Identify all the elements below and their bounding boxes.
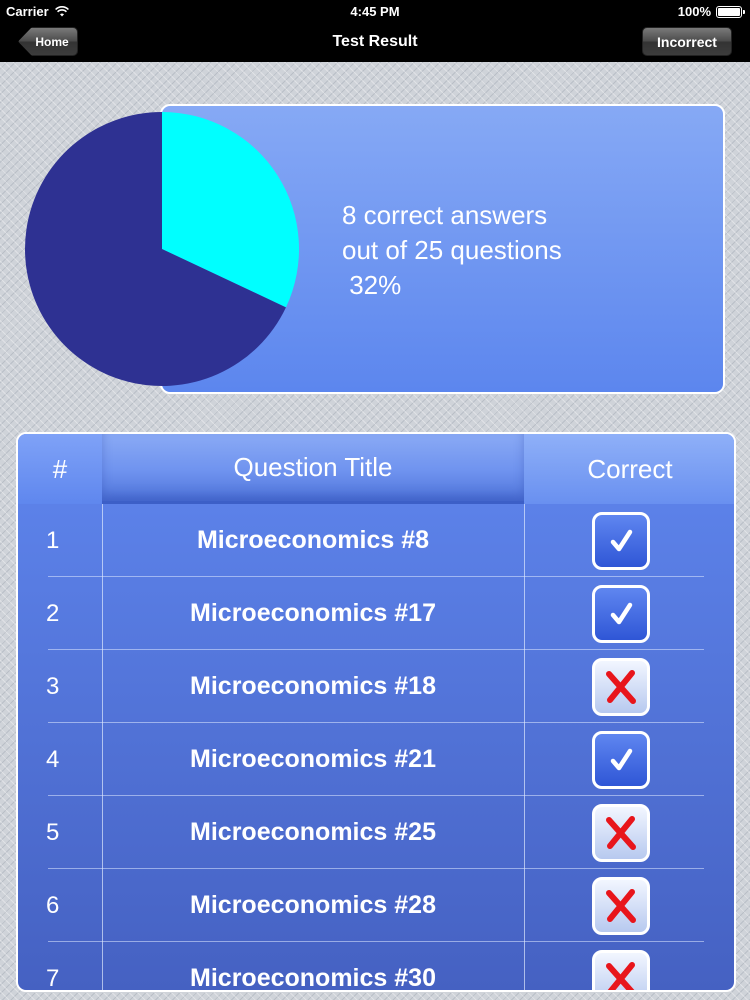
correct-check-icon — [592, 731, 650, 789]
incorrect-x-icon — [592, 877, 650, 935]
question-title: Microeconomics #8 — [196, 526, 430, 554]
status-bar: Carrier 4:45 PM 100% — [0, 0, 750, 22]
correct-indicator — [592, 585, 650, 643]
table-row[interactable]: 6 Microeconomics #28 — [18, 869, 734, 942]
correct-indicator — [592, 658, 650, 716]
row-number: 4 — [46, 745, 60, 773]
navigation-bar: Home Test Result Incorrect — [0, 22, 750, 62]
clock: 4:45 PM — [350, 4, 400, 19]
table-row[interactable]: 3 Microeconomics #18 — [18, 650, 734, 723]
question-title: Microeconomics #18 — [190, 672, 436, 700]
table-row[interactable]: 7 Microeconomics #30 — [18, 942, 734, 992]
correct-indicator — [592, 731, 650, 789]
question-title: Microeconomics #17 — [190, 599, 436, 627]
table-row[interactable]: 2 Microeconomics #17 — [18, 577, 734, 650]
correct-indicator — [592, 512, 650, 570]
row-number: 2 — [46, 599, 60, 627]
status-right: 100% — [677, 4, 745, 19]
incorrect-x-icon — [592, 950, 650, 990]
table-row[interactable]: 1 Microeconomics #8 — [18, 504, 734, 577]
incorrect-x-icon — [592, 658, 650, 716]
column-header-number: # — [18, 434, 102, 504]
score-summary: 8 correct answers out of 25 questions 32… — [342, 200, 562, 300]
question-title: Microeconomics #21 — [190, 745, 436, 773]
page-title: Test Result — [332, 33, 418, 50]
battery-icon — [716, 5, 745, 18]
row-number: 3 — [46, 672, 60, 700]
column-header-correct: Correct — [524, 434, 734, 504]
correct-indicator — [592, 950, 650, 990]
table-row[interactable]: 4 Microeconomics #21 — [18, 723, 734, 796]
question-title: Microeconomics #30 — [190, 964, 436, 992]
row-number: 7 — [46, 964, 60, 992]
correct-indicator — [592, 804, 650, 862]
correct-check-icon — [592, 585, 650, 643]
incorrect-button[interactable]: Incorrect — [642, 27, 732, 56]
table-header: # Question Title Correct — [18, 434, 734, 504]
question-title: Microeconomics #25 — [190, 818, 436, 846]
battery-percent: 100% — [677, 4, 711, 19]
score-pie-chart — [24, 112, 299, 386]
row-number: 1 — [46, 526, 60, 554]
column-header-title[interactable]: Question Title — [102, 434, 524, 504]
row-number: 6 — [46, 891, 60, 919]
correct-indicator — [592, 877, 650, 935]
question-title: Microeconomics #28 — [190, 891, 436, 919]
table-row[interactable]: 5 Microeconomics #25 — [18, 796, 734, 869]
incorrect-x-icon — [592, 804, 650, 862]
correct-check-icon — [592, 512, 650, 570]
row-number: 5 — [46, 818, 60, 846]
results-table: # Question Title Correct 1 Microeconomics… — [16, 432, 736, 992]
